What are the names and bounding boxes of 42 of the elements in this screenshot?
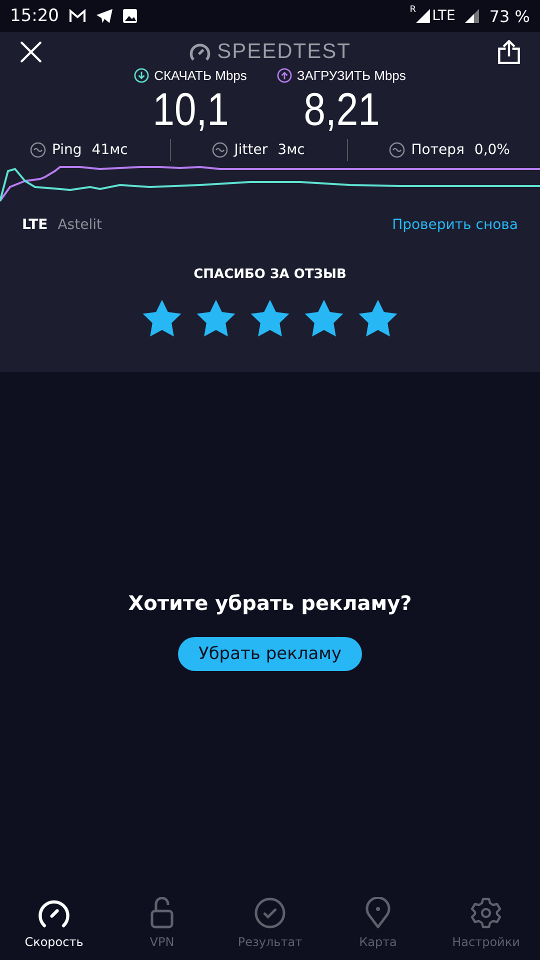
metric-value: 0,0%	[474, 142, 510, 158]
roaming-indicator: R	[410, 5, 416, 15]
metric-label: Потеря	[411, 142, 464, 158]
metric-icon	[212, 142, 228, 158]
nav-tab[interactable]: Скорость	[4, 880, 104, 950]
mail-icon	[69, 9, 86, 23]
map-pin-icon	[365, 897, 391, 929]
nav-tab[interactable]: Результат	[220, 880, 320, 950]
metric-icon	[389, 142, 406, 158]
result-label: ЗАГРУЗИТЬ Mbps	[296, 68, 406, 83]
result-value: 8,21	[303, 83, 380, 135]
feedback-title: СПАСИБО ЗА ОТЗЫВ	[192, 267, 348, 282]
share-icon[interactable]	[498, 40, 520, 64]
provider-name: Astelit	[58, 217, 102, 233]
ad-question: Хотите убрать рекламу?	[128, 591, 412, 615]
metric-value: 41мс	[92, 142, 128, 158]
image-icon	[123, 9, 137, 23]
close-icon[interactable]	[20, 41, 42, 63]
app-title: SPEEDTEST	[217, 40, 351, 64]
check-circle-icon	[254, 897, 286, 929]
result-label: СКАЧАТЬ Mbps	[154, 68, 247, 83]
network-type: LTE	[432, 8, 456, 24]
retest-link[interactable]: Проверить снова	[392, 217, 518, 233]
signal-icon	[416, 9, 430, 23]
metric-label: Jitter	[234, 142, 268, 158]
gauge-icon	[189, 42, 212, 62]
connection-type: LTE	[22, 217, 48, 233]
metric-icon	[30, 142, 46, 158]
metric-label: Ping	[52, 142, 82, 158]
battery-level: 73 %	[489, 6, 530, 26]
nav-tab[interactable]: Карта	[328, 880, 428, 950]
nav-tab[interactable]: VPN	[112, 880, 212, 950]
remove-ads-button[interactable]: Убрать рекламу	[178, 637, 362, 671]
gauge-icon	[37, 899, 71, 929]
metric-value: 3мс	[278, 142, 305, 158]
unlocked-padlock-icon	[150, 897, 174, 929]
send-icon	[96, 9, 113, 23]
nav-tab[interactable]: Настройки	[436, 880, 536, 950]
result-value: 10,1	[152, 83, 229, 135]
settings-icon	[470, 897, 502, 929]
signal-icon	[465, 9, 480, 23]
status-time: 15:20	[10, 6, 59, 26]
